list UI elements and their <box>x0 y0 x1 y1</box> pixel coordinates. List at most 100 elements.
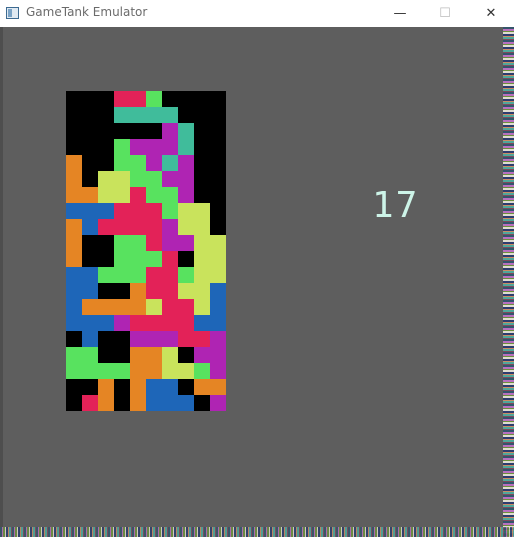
block-cell <box>130 171 146 187</box>
block-cell <box>210 363 226 379</box>
block-cell <box>146 251 162 267</box>
block-cell <box>130 235 146 251</box>
block-cell <box>130 139 146 155</box>
block-cell <box>98 395 114 411</box>
title-bar[interactable]: GameTank Emulator — ☐ ✕ <box>0 0 514 27</box>
block-cell <box>162 267 178 283</box>
block-cell <box>66 171 82 187</box>
block-cell <box>114 251 130 267</box>
block-cell <box>162 251 178 267</box>
block-cell <box>114 91 130 107</box>
block-cell <box>66 251 82 267</box>
block-cell <box>194 251 210 267</box>
block-cell <box>178 363 194 379</box>
block-cell <box>194 363 210 379</box>
block-cell <box>146 283 162 299</box>
block-cell <box>130 363 146 379</box>
block-cell <box>82 331 98 347</box>
minimize-button[interactable]: — <box>377 0 423 27</box>
block-cell <box>194 267 210 283</box>
block-cell <box>194 347 210 363</box>
block-cell <box>210 347 226 363</box>
block-cell <box>66 187 82 203</box>
block-cell <box>162 123 178 139</box>
screen-edge <box>0 27 3 537</box>
block-cell <box>178 315 194 331</box>
block-cell <box>82 187 98 203</box>
block-cell <box>114 315 130 331</box>
block-cell <box>82 299 98 315</box>
block-cell <box>130 203 146 219</box>
block-cell <box>210 251 226 267</box>
block-cell <box>162 363 178 379</box>
window-title: GameTank Emulator <box>26 5 148 19</box>
block-cell <box>130 331 146 347</box>
block-cell <box>66 363 82 379</box>
maximize-button[interactable]: ☐ <box>422 0 468 27</box>
block-cell <box>98 267 114 283</box>
block-cell <box>82 347 98 363</box>
block-cell <box>66 219 82 235</box>
block-cell <box>162 331 178 347</box>
block-cell <box>210 299 226 315</box>
block-cell <box>130 299 146 315</box>
block-cell <box>66 283 82 299</box>
block-cell <box>114 107 130 123</box>
block-cell <box>82 267 98 283</box>
block-cell <box>130 379 146 395</box>
block-cell <box>146 155 162 171</box>
block-cell <box>130 283 146 299</box>
block-cell <box>130 267 146 283</box>
block-cell <box>178 171 194 187</box>
screen-noise-right <box>503 27 514 537</box>
block-cell <box>178 395 194 411</box>
block-cell <box>162 203 178 219</box>
block-cell <box>82 219 98 235</box>
block-cell <box>146 91 162 107</box>
block-cell <box>146 331 162 347</box>
block-cell <box>66 347 82 363</box>
block-cell <box>178 267 194 283</box>
block-cell <box>114 171 130 187</box>
block-cell <box>194 379 210 395</box>
score-display: 17 <box>372 185 420 226</box>
block-cell <box>162 283 178 299</box>
block-cell <box>210 267 226 283</box>
block-cell <box>130 187 146 203</box>
block-cell <box>194 235 210 251</box>
block-cell <box>210 315 226 331</box>
block-cell <box>178 299 194 315</box>
block-cell <box>146 187 162 203</box>
block-cell <box>130 155 146 171</box>
block-cell <box>146 235 162 251</box>
block-cell <box>66 155 82 171</box>
close-button[interactable]: ✕ <box>468 0 514 27</box>
block-cell <box>130 251 146 267</box>
block-cell <box>162 235 178 251</box>
block-cell <box>146 171 162 187</box>
block-cell <box>82 363 98 379</box>
block-cell <box>210 283 226 299</box>
block-cell <box>194 331 210 347</box>
block-cell <box>178 331 194 347</box>
block-cell <box>178 187 194 203</box>
block-cell <box>130 107 146 123</box>
block-cell <box>82 283 98 299</box>
block-cell <box>194 219 210 235</box>
block-cell <box>82 395 98 411</box>
block-cell <box>178 235 194 251</box>
block-cell <box>98 219 114 235</box>
block-cell <box>146 347 162 363</box>
block-cell <box>162 139 178 155</box>
block-cell <box>114 299 130 315</box>
app-window-icon <box>6 7 19 19</box>
block-cell <box>98 171 114 187</box>
block-cell <box>66 235 82 251</box>
block-cell <box>98 299 114 315</box>
block-cell <box>162 315 178 331</box>
screen-noise-bottom <box>0 527 514 537</box>
block-cell <box>114 155 130 171</box>
block-cell <box>66 315 82 331</box>
block-cell <box>146 107 162 123</box>
block-cell <box>146 203 162 219</box>
